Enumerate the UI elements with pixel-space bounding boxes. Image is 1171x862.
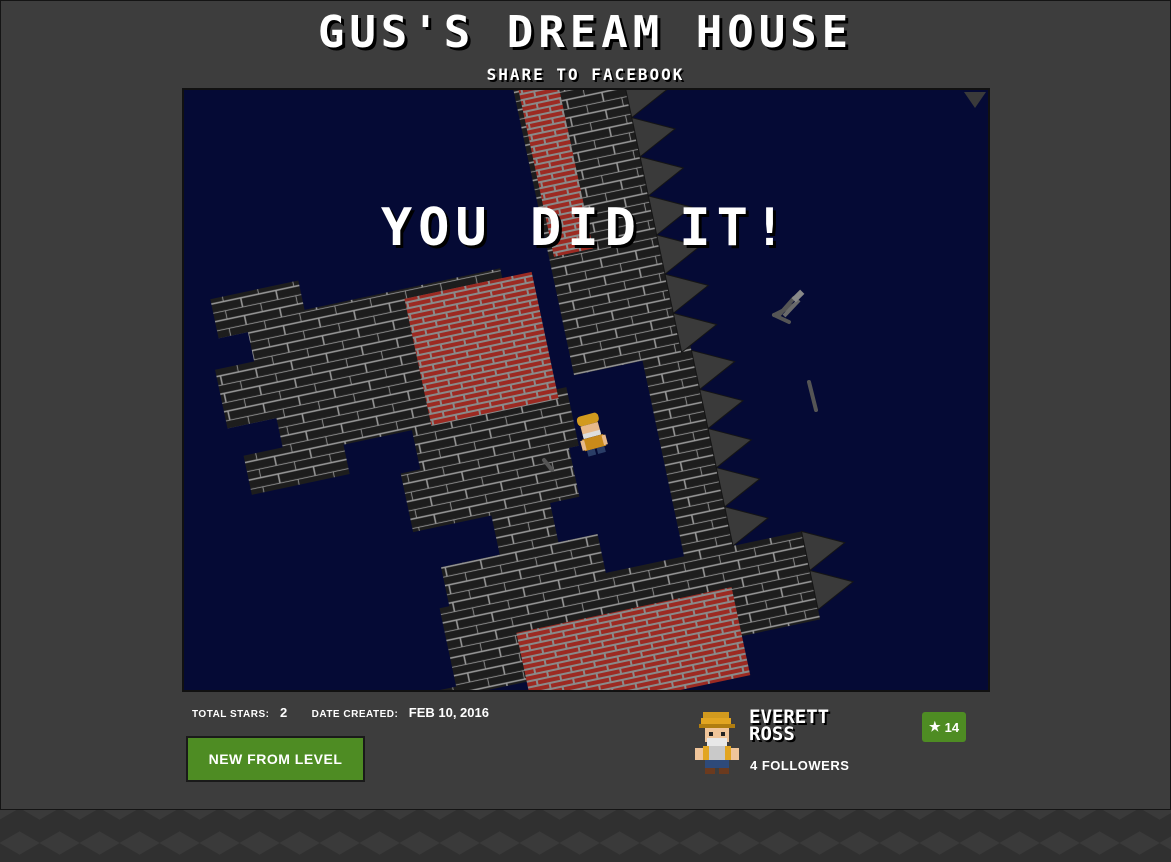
author-name-last: ROSS [749,723,795,745]
level-title: GUS'S DREAM HOUSE [317,7,854,58]
new-from-level-button[interactable]: NEW FROM LEVEL [186,736,365,782]
corner-spike [964,92,986,108]
game-canvas[interactable]: YOU DID IT! [182,88,990,692]
author-star-badge: ★ 14 [922,712,966,742]
hammer-icon [782,289,805,318]
author-avatar[interactable] [693,710,743,776]
share-to-facebook-link[interactable]: SHARE TO FACEBOOK [1,65,1170,84]
date-created-value: FEB 10, 2016 [408,705,489,720]
red-brick-section-center [404,271,559,427]
total-stars-label: TOTAL STARS: [192,709,270,720]
page-background-pattern [0,808,1171,862]
gus-character [576,412,608,457]
level-panel: GUS'S DREAM HOUSE SHARE TO FACEBOOK YOU … [0,0,1171,810]
star-icon: ★ [928,719,941,734]
author-name-link[interactable]: EVERETT ROSS [749,708,889,745]
date-created-label: DATE CREATED: [311,709,399,720]
level-complete-banner: YOU DID IT! [380,198,792,258]
author-followers: 4 FOLLOWERS [750,758,850,773]
level-stats: TOTAL STARS: 2 DATE CREATED: FEB 10, 201… [192,704,489,722]
author-star-count: 14 [944,719,960,735]
game-scene [210,90,986,690]
total-stars-value: 2 [279,705,288,720]
